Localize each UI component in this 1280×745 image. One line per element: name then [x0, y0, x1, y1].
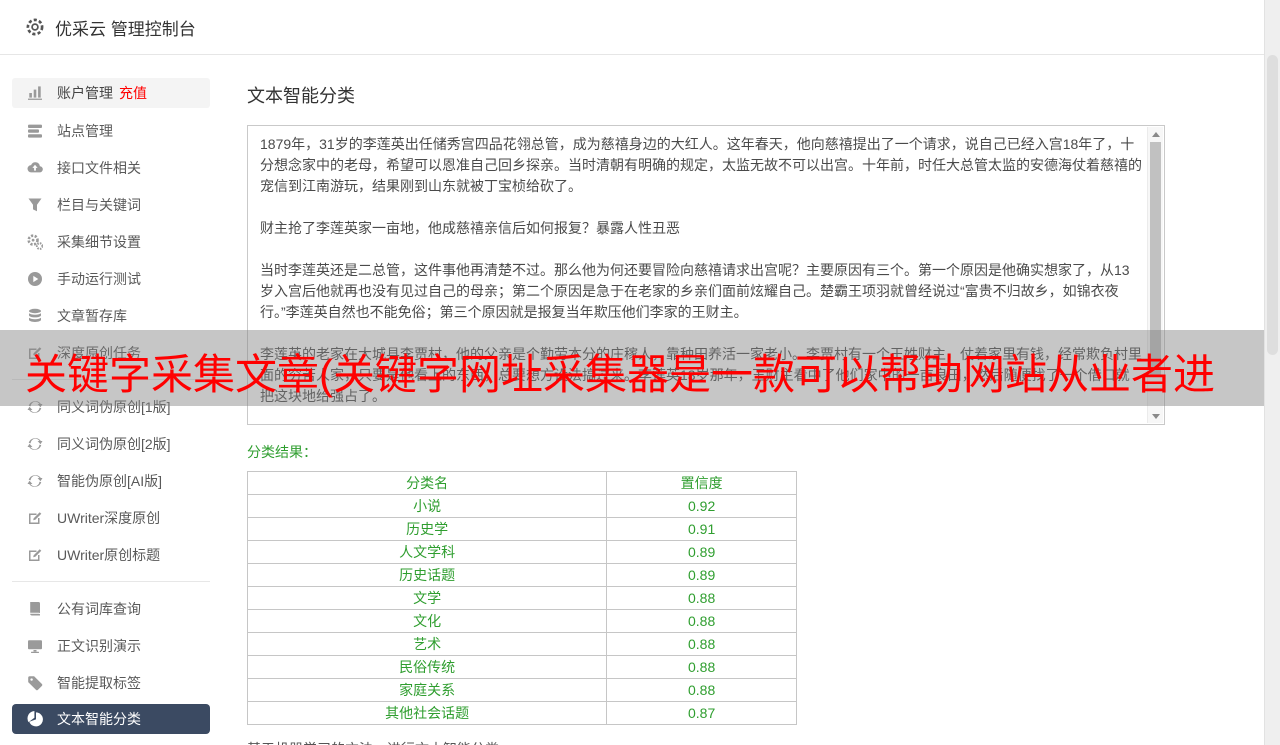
table-cell: 小说	[246, 494, 608, 518]
table-cell: 人文学科	[246, 540, 608, 564]
table-cell: 0.88	[606, 655, 797, 679]
sidebar-item-label: 公有词库查询	[57, 600, 141, 617]
table-cell: 其他社会话题	[246, 701, 608, 725]
sidebar-item-public-lexicon-query[interactable]: 公有词库查询	[12, 590, 210, 627]
table-cell: 0.88	[606, 632, 797, 656]
table-row: 文化 0.88	[246, 609, 797, 633]
tag-icon	[26, 675, 44, 691]
table-header-row: 分类名 置信度	[246, 471, 797, 495]
edit-icon	[26, 547, 44, 563]
table-cell: 0.89	[606, 563, 797, 587]
table-row: 家庭关系 0.88	[246, 678, 797, 702]
table-row: 历史学 0.91	[246, 517, 797, 541]
table-cell: 文学	[246, 586, 608, 610]
table-cell: 0.88	[606, 678, 797, 702]
scroll-up-arrow[interactable]	[1148, 127, 1163, 141]
sidebar-item-label: 栏目与关键词	[57, 196, 141, 213]
table-cell: 家庭关系	[246, 678, 608, 702]
sidebar-item-content-extraction-demo[interactable]: 正文识别演示	[12, 627, 210, 664]
sidebar-item-api-files[interactable]: 接口文件相关	[12, 149, 210, 186]
filter-icon	[26, 197, 44, 213]
browser-scrollbar[interactable]	[1264, 0, 1280, 745]
sidebar-item-text-classification[interactable]: 文本智能分类	[12, 704, 210, 734]
table-cell: 民俗传统	[246, 655, 608, 679]
sidebar-item-collection-settings[interactable]: 采集细节设置	[12, 223, 210, 260]
page-title: 文本智能分类	[247, 86, 355, 106]
table-cell: 艺术	[246, 632, 608, 656]
sidebar-item-label: 站点管理	[57, 122, 113, 139]
table-row: 历史话题 0.89	[246, 563, 797, 587]
gears-icon	[26, 233, 44, 250]
table-cell: 历史话题	[246, 563, 608, 587]
edit-icon	[26, 510, 44, 526]
sidebar-divider	[12, 581, 210, 582]
sidebar-item-smart-tag-extraction[interactable]: 智能提取标签	[12, 664, 210, 701]
sidebar-item-label: 接口文件相关	[57, 159, 141, 176]
sidebar-item-synonym-rewrite-v2[interactable]: 同义词伪原创[2版]	[12, 425, 210, 462]
sidebar-item-account-management[interactable]: 账户管理 充值	[12, 78, 210, 108]
database-icon	[26, 308, 44, 324]
book-icon	[26, 601, 44, 617]
classification-results-table: 分类名 置信度 小说 0.92 历史学 0.91 人文学科 0.89 历史话题 0.89 文学 0.8…	[246, 471, 797, 725]
monitor-icon	[26, 638, 44, 654]
table-row: 小说 0.92	[246, 494, 797, 518]
table-row: 其他社会话题 0.87	[246, 701, 797, 725]
table-row: 民俗传统 0.88	[246, 655, 797, 679]
column-header: 置信度	[606, 471, 797, 495]
sidebar-item-ai-rewrite[interactable]: 智能伪原创[AI版]	[12, 462, 210, 499]
bar-chart-icon	[26, 85, 44, 101]
table-cell: 0.92	[606, 494, 797, 518]
sidebar-item-columns-keywords[interactable]: 栏目与关键词	[12, 186, 210, 223]
sidebar-item-label: 账户管理	[57, 85, 113, 101]
table-cell: 0.87	[606, 701, 797, 725]
sidebar-item-label: 智能提取标签	[57, 674, 141, 691]
sidebar-item-manual-run-test[interactable]: 手动运行测试	[12, 260, 210, 297]
table-row: 艺术 0.88	[246, 632, 797, 656]
table-cell: 0.89	[606, 540, 797, 564]
sidebar-item-label: 正文识别演示	[57, 637, 141, 654]
table-row: 文学 0.88	[246, 586, 797, 610]
sidebar-item-content-relevance-check[interactable]: 内容相关度检测	[12, 738, 210, 745]
table-cell: 文化	[246, 609, 608, 633]
sidebar-item-uwriter-original-title[interactable]: UWriter原创标题	[12, 536, 210, 573]
sidebar-item-label: 智能伪原创[AI版]	[57, 472, 163, 489]
sidebar-item-label: 文章暂存库	[57, 307, 127, 324]
cloud-upload-icon	[26, 160, 44, 176]
sidebar-item-label: 手动运行测试	[57, 270, 141, 287]
browser-scrollbar-thumb[interactable]	[1267, 55, 1278, 355]
recharge-link[interactable]: 充值	[119, 83, 147, 103]
pie-chart-icon	[26, 711, 44, 727]
watermark-text: 关键字采集文章(关键字网址采集器是一款可以帮助网站从业者进	[25, 350, 1215, 398]
gear-icon	[25, 17, 45, 37]
app-header: 优采云 管理控制台	[0, 0, 1280, 55]
table-cell: 历史学	[246, 517, 608, 541]
sidebar-item-label: 同义词伪原创[2版]	[57, 435, 171, 452]
table-row: 人文学科 0.89	[246, 540, 797, 564]
table-cell: 0.88	[606, 609, 797, 633]
table-cell: 0.88	[606, 586, 797, 610]
play-circle-icon	[26, 271, 44, 287]
watermark-band: 关键字采集文章(关键字网址采集器是一款可以帮助网站从业者进	[0, 330, 1264, 406]
refresh-icon	[26, 436, 44, 452]
sidebar-item-article-staging[interactable]: 文章暂存库	[12, 297, 210, 334]
sidebar-item-label: 文本智能分类	[57, 711, 141, 727]
sidebar-item-label: UWriter原创标题	[57, 546, 161, 563]
footer-note: 基于机器学习的方法，进行文本智能分类。	[247, 739, 1165, 745]
sidebar-item-label: UWriter深度原创	[57, 509, 161, 526]
table-cell: 0.91	[606, 517, 797, 541]
server-icon	[26, 123, 44, 139]
app-title: 优采云 管理控制台	[55, 19, 196, 39]
sidebar-item-label: 采集细节设置	[57, 233, 141, 250]
sidebar-item-site-management[interactable]: 站点管理	[12, 112, 210, 149]
scroll-down-arrow[interactable]	[1148, 409, 1163, 423]
sidebar-item-uwriter-deep-original[interactable]: UWriter深度原创	[12, 499, 210, 536]
page: 优采云 管理控制台 账户管理 充值站点管理接口文件相关 栏目与关键词 采集细节设置 手动…	[0, 0, 1280, 745]
refresh-icon	[26, 473, 44, 489]
results-label: 分类结果：	[247, 444, 317, 460]
column-header: 分类名	[246, 471, 608, 495]
